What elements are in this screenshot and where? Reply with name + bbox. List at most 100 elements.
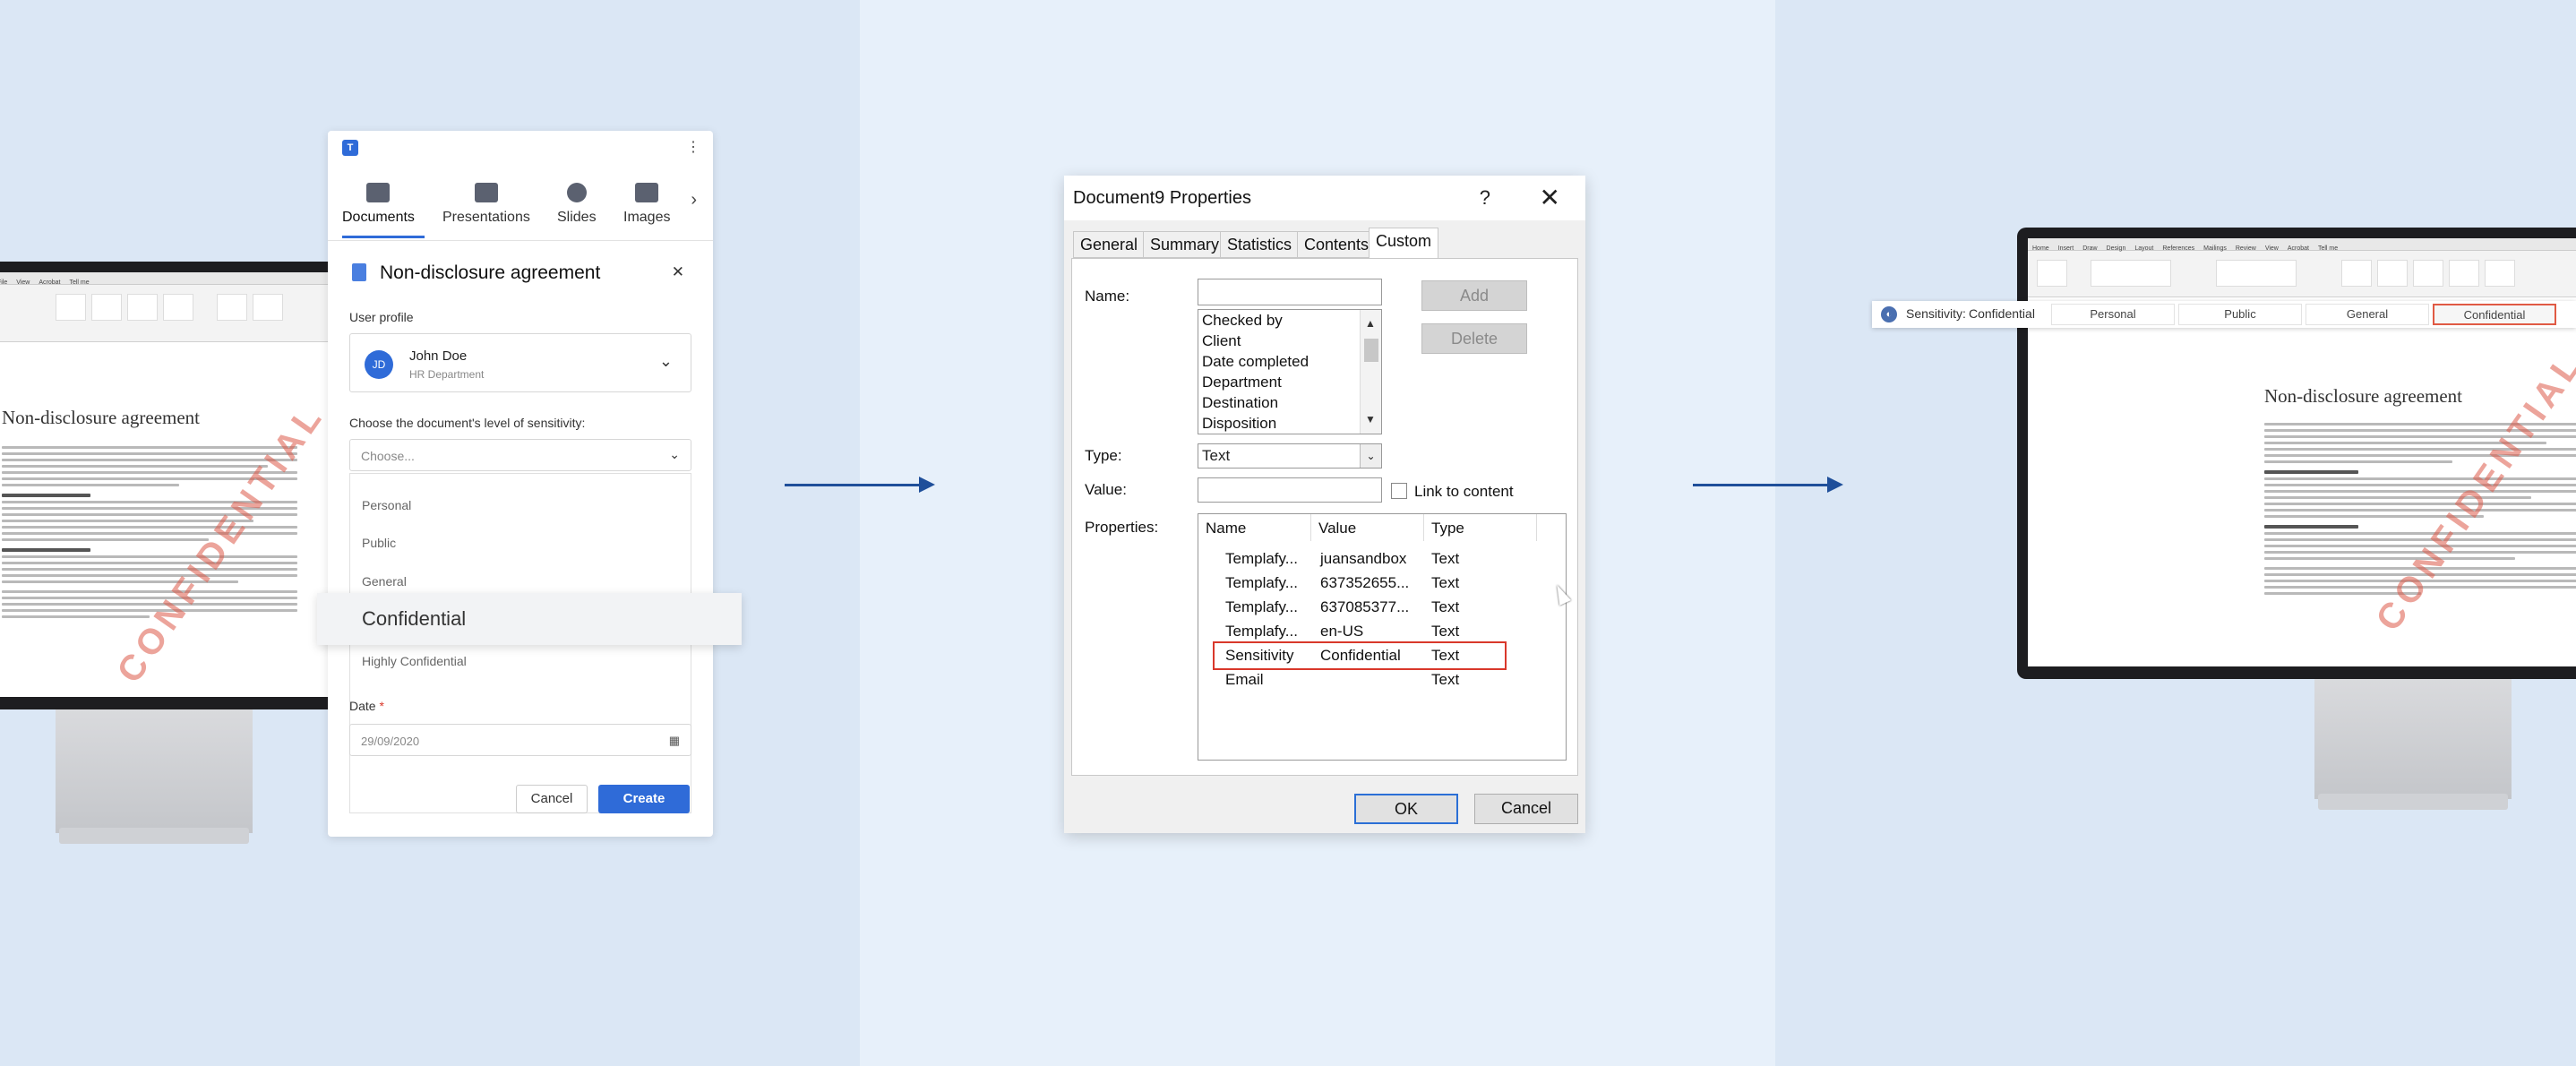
name-list-item[interactable]: Destination [1198,392,1381,413]
nav-presentations[interactable]: Presentations [442,183,530,226]
table-cell[interactable]: Text [1431,574,1459,592]
value-field[interactable] [1198,477,1382,503]
chevron-down-icon: ⌄ [669,447,680,461]
nav-presentations-label: Presentations [442,210,530,225]
name-list[interactable]: Checked by Client Date completed Departm… [1198,309,1382,434]
scroll-down-icon[interactable]: ▼ [1365,409,1376,430]
dialog-cancel-button[interactable]: Cancel [1474,794,1578,824]
properties-dialog: Document9 Properties ? ✕ General Summary… [1064,176,1585,833]
custom-tab-body: Name: Checked by Client Date completed D… [1071,258,1578,776]
scrollbar-thumb[interactable] [1364,339,1378,362]
user-name: John Doe [409,348,468,364]
table-cell[interactable]: Templafy... [1225,623,1298,640]
sensitivity-select[interactable]: Choose... ⌄ [349,439,691,471]
ok-button[interactable]: OK [1354,794,1458,824]
templafy-panel: T ⋮ Documents Presentations Slides Image… [328,131,713,837]
user-profile-select[interactable]: JD John Doe HR Department ⌄ [349,333,691,392]
tab-summary[interactable]: Summary [1143,231,1227,258]
arrow-right-icon [785,477,935,493]
avatar: JD [365,350,393,379]
table-cell[interactable]: Templafy... [1225,574,1298,592]
calendar-icon[interactable]: ▦ [669,734,680,748]
close-icon[interactable]: ✕ [672,263,684,281]
table-cell[interactable]: Text [1431,598,1459,616]
table-cell[interactable]: 637352655... [1320,574,1409,592]
panel-doc-title: Non-disclosure agreement [380,262,601,283]
templafy-logo: T [342,140,358,156]
more-options-icon[interactable]: ⋮ [686,138,700,156]
table-cell[interactable]: Templafy... [1225,598,1298,616]
nav-documents-label: Documents [342,210,415,225]
documents-icon [366,183,391,202]
left-ribbon: FileViewAcrobatTell me [0,272,330,342]
add-button[interactable]: Add [1421,280,1527,311]
images-icon [635,183,659,202]
name-list-scrollbar[interactable]: ▲ ▼ [1360,310,1381,434]
create-button[interactable]: Create [598,785,690,813]
delete-button[interactable]: Delete [1421,323,1527,354]
cancel-button[interactable]: Cancel [516,785,588,813]
right-ribbon: Home Insert Draw Design Layout References Mail… [2028,238,2576,297]
column-header-type[interactable]: Type [1424,514,1537,541]
sensitivity-option-public[interactable]: Public [2178,304,2302,325]
scroll-up-icon[interactable]: ▲ [1365,314,1376,334]
name-label: Name: [1085,288,1130,305]
tab-custom[interactable]: Custom [1369,228,1439,260]
sensitivity-option-general[interactable]: General [2306,304,2429,325]
name-field[interactable] [1198,279,1382,305]
nav-documents[interactable]: Documents [342,183,415,226]
properties-table[interactable]: Name Value Type Templafy... juansandbox … [1198,513,1567,761]
close-icon[interactable]: ✕ [1540,183,1560,212]
left-stand-neck [56,709,253,833]
right-stand-neck [2314,679,2512,799]
table-cell[interactable]: juansandbox [1320,550,1406,568]
chevron-down-icon: ⌄ [658,352,673,370]
nav-slides[interactable]: Slides [557,183,597,226]
table-cell[interactable]: 637085377... [1320,598,1409,616]
right-monitor: Home Insert Draw Design Layout References Mail… [2017,228,2576,679]
required-marker: * [379,699,384,713]
dialog-title: Document9 Properties [1073,188,1251,208]
table-cell[interactable]: en-US [1320,623,1363,640]
table-cell[interactable]: Text [1431,550,1459,568]
table-cell[interactable]: Text [1431,647,1459,665]
left-word-screen: FileViewAcrobatTell me Non-disclosure ag… [0,272,330,697]
table-cell[interactable]: Sensitivity [1225,647,1294,665]
dialog-titlebar: Document9 Properties ? ✕ [1064,176,1585,220]
type-select[interactable]: Text ⌄ [1198,443,1382,469]
column-header-value[interactable]: Value [1311,514,1424,541]
name-list-item[interactable]: Disposition [1198,413,1381,434]
tab-contents[interactable]: Contents [1297,231,1377,258]
chevron-right-icon[interactable]: › [691,190,697,211]
table-cell[interactable]: Email [1225,671,1264,689]
name-list-item[interactable]: Date completed [1198,351,1381,372]
name-list-item[interactable]: Checked by [1198,310,1381,331]
value-label: Value: [1085,481,1127,498]
left-stand-base [59,828,249,844]
nav-images-label: Images [623,210,671,225]
shield-icon: ◐ [1881,306,1897,322]
table-cell[interactable]: Confidential [1320,647,1401,665]
name-list-item[interactable]: Client [1198,331,1381,351]
column-header-name[interactable]: Name [1198,514,1311,541]
nav-images[interactable]: Images [623,183,670,226]
sensitivity-option-personal[interactable]: Personal [2051,304,2175,325]
help-button[interactable]: ? [1480,186,1490,210]
tab-statistics[interactable]: Statistics [1220,231,1300,258]
table-cell[interactable]: Text [1431,623,1459,640]
table-cell[interactable]: Templafy... [1225,550,1298,568]
chevron-down-icon: ⌄ [1360,444,1381,468]
sensitivity-option-confidential[interactable]: Confidential [2433,304,2556,325]
sensitivity-label: Choose the document's level of sensitivi… [349,416,586,430]
left-monitor: FileViewAcrobatTell me Non-disclosure ag… [0,262,340,709]
table-cell[interactable]: Text [1431,671,1459,689]
left-doc-title: Non-disclosure agreement [2,407,201,428]
date-field[interactable]: 29/09/2020 ▦ [349,724,691,756]
link-to-content-checkbox[interactable] [1391,483,1407,499]
right-stand-base [2318,794,2508,810]
tab-general[interactable]: General [1073,231,1146,258]
user-profile-label: User profile [349,310,414,324]
option-confidential-highlighted[interactable]: Confidential [317,593,742,645]
right-doc-title: Non-disclosure agreement [2264,385,2463,407]
name-list-item[interactable]: Department [1198,372,1381,392]
